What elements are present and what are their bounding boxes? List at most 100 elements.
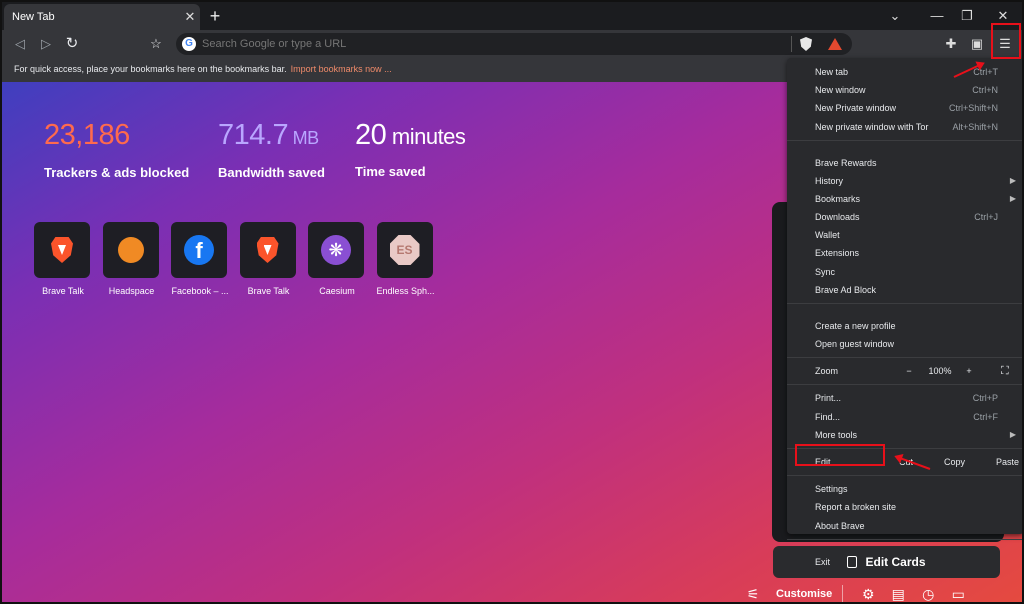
brave-shields-icon[interactable] (800, 37, 812, 51)
menu-item-more-tools[interactable]: More tools ▶ (787, 426, 1022, 444)
tile-label: Headspace (108, 286, 155, 296)
menu-item-new-private-window[interactable]: New Private window Ctrl+Shift+N (787, 99, 1022, 117)
menu-item-shortcut: Ctrl+N (972, 85, 998, 96)
import-bookmarks-link[interactable]: Import bookmarks now ... (291, 64, 392, 74)
brave-rewards-icon[interactable] (828, 38, 842, 50)
restore-icon[interactable]: ❐ (952, 6, 982, 26)
minimize-icon[interactable]: — (922, 6, 952, 26)
tab-new-tab[interactable]: New Tab ✕ (4, 4, 200, 30)
menu-item-find[interactable]: Find... Ctrl+F (787, 408, 1022, 426)
new-tab-button[interactable]: + (206, 6, 224, 26)
menu-item-new-private-tor[interactable]: New private window with Tor Alt+Shift+N (787, 118, 1022, 136)
menu-item-print[interactable]: Print... Ctrl+P (787, 389, 1022, 407)
menu-item-guest-window[interactable]: Open guest window (787, 335, 1022, 353)
tile-box[interactable] (102, 222, 159, 278)
menu-item-brave-rewards[interactable]: Brave Rewards (787, 154, 1022, 172)
copy-button[interactable]: Copy (944, 453, 965, 471)
customise-sliders-icon[interactable]: ⚟ (738, 586, 768, 603)
menu-item-label: Wallet (815, 230, 840, 241)
menu-item-create-profile[interactable]: Create a new profile (787, 317, 1022, 335)
stat-time-saved: 20 minutes Time saved (355, 118, 466, 179)
menu-item-wallet[interactable]: Wallet (787, 226, 1022, 244)
stat-bandwidth-saved: 714.7 MB Bandwidth saved (218, 118, 325, 180)
history-icon[interactable]: ◷ (913, 586, 943, 603)
google-icon: G (182, 37, 196, 51)
tile-box[interactable] (34, 222, 90, 278)
address-divider (791, 36, 792, 52)
wallet-icon[interactable]: ▣ (968, 35, 986, 53)
tile-box[interactable]: ❋ (308, 222, 364, 278)
menu-item-extensions[interactable]: Extensions (787, 244, 1022, 262)
menu-item-downloads[interactable]: Downloads Ctrl+J (787, 208, 1022, 226)
top-site-tile[interactable]: f Facebook – ... (171, 222, 229, 296)
bottom-bar-divider (842, 585, 844, 602)
menu-item-sync[interactable]: Sync (787, 263, 1022, 281)
menu-separator (787, 384, 1022, 386)
top-sites: Brave Talk Headspace f Facebook – ... Br… (34, 222, 445, 296)
address-bar[interactable]: G (176, 33, 852, 55)
menu-item-label: Sync (815, 266, 836, 277)
menu-item-label: Exit (815, 556, 831, 567)
brave-talk-video-icon[interactable]: ▭ (943, 586, 973, 603)
zoom-in-button[interactable]: + (959, 362, 979, 380)
menu-item-label: Zoom (815, 366, 839, 377)
top-site-tile[interactable]: Brave Talk (239, 222, 298, 296)
tile-box[interactable]: f (171, 222, 227, 278)
stat-number: 20 (355, 119, 387, 151)
menu-item-settings[interactable]: Settings (787, 480, 1022, 498)
endless-sphere-icon: ES (389, 235, 420, 265)
menu-item-label: Settings (815, 484, 848, 495)
stat-label: Trackers & ads blocked (44, 165, 190, 180)
back-icon[interactable]: ◁ (10, 34, 30, 54)
zoom-out-button[interactable]: − (899, 362, 919, 380)
tile-label: Brave Talk (247, 286, 290, 296)
top-site-tile[interactable]: Brave Talk (34, 222, 92, 296)
menu-item-new-tab[interactable]: New tab Ctrl+T (787, 63, 1022, 81)
browser-window: New Tab ✕ + ⌄ — ❐ ✕ ◁ ▷ ↻ ☆ G ✚ ▣ ☰ For … (0, 0, 1024, 604)
menu-item-label: New window (815, 85, 866, 96)
menu-item-report-broken-site[interactable]: Report a broken site (787, 498, 1022, 516)
menu-button-highlight (991, 23, 1021, 59)
forward-icon[interactable]: ▷ (36, 34, 56, 54)
bookmarks-icon[interactable]: ▤ (883, 586, 913, 603)
stat-number: 23,186 (44, 119, 130, 151)
tile-label: Caesium (319, 286, 355, 296)
settings-gear-icon[interactable]: ⚙ (853, 586, 883, 603)
submenu-arrow-icon: ▶ (1009, 193, 1016, 203)
paste-button[interactable]: Paste (996, 453, 1019, 471)
menu-item-exit[interactable]: Exit (787, 553, 1022, 571)
top-site-tile[interactable]: Headspace (102, 222, 161, 296)
submenu-arrow-icon: ▶ (1009, 175, 1016, 185)
stat-label: Bandwidth saved (218, 165, 325, 180)
ntp-bottom-bar: ⚟ Customise ⚙ ▤ ◷ ▭ (738, 582, 1018, 603)
menu-item-bookmarks[interactable]: Bookmarks ▶ (787, 190, 1022, 208)
menu-separator (787, 475, 1022, 477)
brave-lion-icon (256, 237, 279, 263)
menu-item-label: Extensions (815, 248, 860, 259)
menu-item-label: Print... (815, 393, 842, 404)
menu-spacer (787, 145, 1022, 154)
menu-item-new-window[interactable]: New window Ctrl+N (787, 81, 1022, 99)
customise-button[interactable]: Customise (776, 588, 832, 600)
fullscreen-icon[interactable]: ⛶ (1001, 362, 1009, 380)
tab-search-icon[interactable]: ⌄ (880, 6, 910, 26)
extensions-icon[interactable]: ✚ (942, 35, 960, 53)
submenu-arrow-icon: ▶ (1009, 429, 1016, 439)
menu-item-history[interactable]: History ▶ (787, 172, 1022, 190)
menu-item-about-brave[interactable]: About Brave (787, 517, 1022, 535)
menu-item-brave-ad-block[interactable]: Brave Ad Block (787, 281, 1022, 299)
reload-icon[interactable]: ↻ (62, 34, 82, 54)
edit-actions: Cut Copy Paste (899, 453, 1019, 471)
tile-box[interactable]: ES (376, 222, 433, 278)
tile-box[interactable] (239, 222, 296, 278)
address-input[interactable] (202, 38, 783, 50)
bookmark-star-icon[interactable]: ☆ (146, 34, 166, 54)
headspace-icon (117, 237, 144, 263)
tab-close-icon[interactable]: ✕ (180, 9, 200, 25)
top-site-tile[interactable]: ❋ Caesium (308, 222, 366, 296)
settings-highlight (795, 444, 885, 466)
stat-trackers-blocked: 23,186 Trackers & ads blocked (44, 118, 189, 180)
menu-item-label: Report a broken site (815, 502, 897, 513)
menu-separator (787, 538, 1022, 540)
top-site-tile[interactable]: ES Endless Sph... (376, 222, 435, 296)
